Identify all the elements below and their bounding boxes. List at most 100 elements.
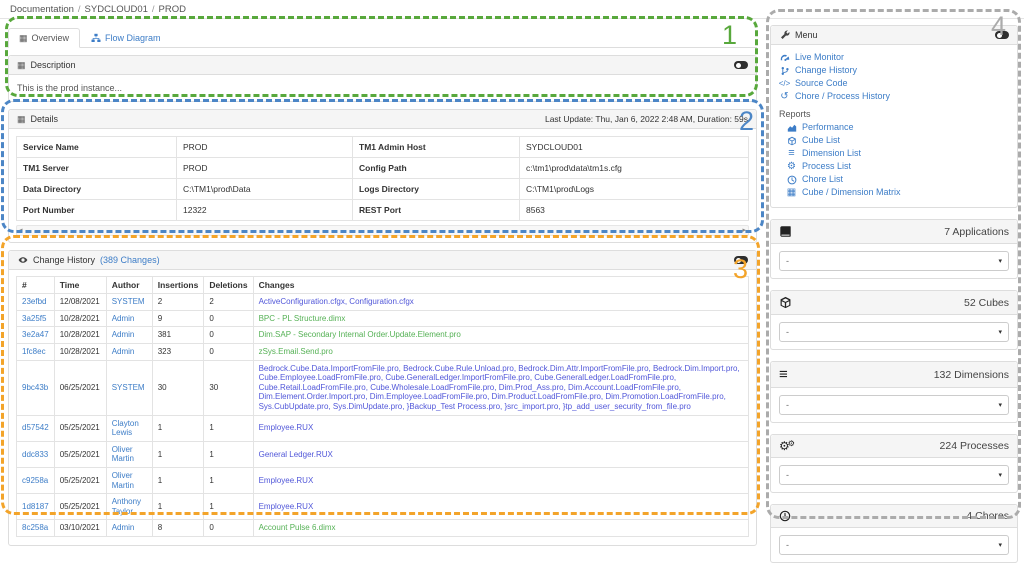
changed-files-link[interactable]: Bedrock.Cube.Data.ImportFromFile.pro, Be…	[259, 364, 740, 411]
caret-down-icon: ▾	[998, 328, 1002, 336]
code-icon: </>	[779, 80, 790, 88]
author-link[interactable]: Admin	[112, 314, 135, 323]
author-link[interactable]: Admin	[112, 523, 135, 532]
breadcrumb-item-server[interactable]: SYDCLOUD01	[85, 4, 148, 15]
processes-select[interactable]: - ▾	[779, 465, 1009, 485]
tab-flow-diagram[interactable]: Flow Diagram	[80, 29, 171, 47]
menu-item-source-code[interactable]: </> Source Code	[779, 77, 1009, 90]
details-body: Service Name PROD TM1 Admin Host SYDCLOU…	[9, 129, 756, 242]
change-history-panel: Change History (389 Changes) # Time Auth…	[8, 250, 757, 546]
deletions-count: 1	[204, 494, 253, 520]
commit-hash-link[interactable]: 1fc8ec	[22, 347, 46, 356]
applications-select[interactable]: - ▾	[779, 251, 1009, 271]
changed-files-link[interactable]: Employee.RUX	[259, 423, 314, 432]
details-last-update: Last Update: Thu, Jan 6, 2022 2:48 AM, D…	[545, 114, 748, 124]
caret-down-icon: ▾	[998, 541, 1002, 549]
description-title: Description	[31, 60, 76, 70]
menu-item-label: Chore / Process History	[795, 90, 890, 103]
processes-card-header: ⚙⚙ 224 Processes	[771, 435, 1017, 458]
changed-files-link[interactable]: zSys.Email.Send.pro	[259, 347, 333, 356]
caret-down-icon: ▾	[998, 471, 1002, 479]
collapse-toggle-icon[interactable]	[734, 256, 748, 264]
main-column: ▦ Overview Flow Diagram ▦ Description Th…	[8, 21, 757, 563]
commit-hash-link[interactable]: 3a25f5	[22, 314, 46, 323]
commit-hash-link[interactable]: 1d8187	[22, 502, 49, 511]
processes-count-label: 224 Processes	[940, 440, 1009, 452]
changed-files-link[interactable]: ActiveConfiguration.cfgx, Configuration.…	[259, 297, 414, 306]
changed-files-link[interactable]: Dim.SAP - Secondary Internal Order.Updat…	[259, 330, 461, 339]
commit-hash-link[interactable]: d57542	[22, 423, 49, 432]
changed-files-link[interactable]: Employee.RUX	[259, 502, 314, 511]
menu-item-cube-dimension-matrix[interactable]: ▦ Cube / Dimension Matrix	[779, 186, 1009, 199]
menu-item-cube-list[interactable]: Cube List	[779, 134, 1009, 147]
collapse-toggle-icon[interactable]	[734, 61, 748, 69]
tab-overview[interactable]: ▦ Overview	[8, 28, 80, 48]
changed-files-link[interactable]: General Ledger.RUX	[259, 450, 333, 459]
change-row: 23efbd 12/08/2021 SYSTEM 2 2 ActiveConfi…	[17, 294, 749, 311]
commit-hash-link[interactable]: 3e2a47	[22, 330, 49, 339]
menu-item-label: Source Code	[795, 77, 848, 90]
changed-files-link[interactable]: Employee.RUX	[259, 476, 314, 485]
gears-icon: ⚙⚙	[779, 440, 795, 452]
scroll-left-icon[interactable]: ◂	[19, 227, 23, 234]
breadcrumb-item-documentation[interactable]: Documentation	[10, 4, 74, 15]
cubes-select[interactable]: - ▾	[779, 322, 1009, 342]
menu-item-chore-process-history[interactable]: ↺ Chore / Process History	[779, 90, 1009, 103]
menu-body: Live Monitor Change History </> Source C…	[771, 45, 1017, 207]
detail-label: Data Directory	[17, 179, 177, 200]
insertions-count: 1	[152, 441, 204, 467]
menu-item-live-monitor[interactable]: Live Monitor	[779, 51, 1009, 64]
change-row: 3a25f5 10/28/2021 Admin 9 0 BPC - PL Str…	[17, 310, 749, 327]
deletions-count: 0	[204, 520, 253, 537]
dimensions-select[interactable]: - ▾	[779, 395, 1009, 415]
menu-item-performance[interactable]: Performance	[779, 121, 1009, 134]
change-row: ddc833 05/25/2021 Oliver Martin 1 1 Gene…	[17, 441, 749, 467]
change-time: 05/25/2021	[54, 441, 106, 467]
author-link[interactable]: SYSTEM	[112, 297, 145, 306]
menu-item-dimension-list[interactable]: ≡ Dimension List	[779, 147, 1009, 160]
author-link[interactable]: Oliver Martin	[112, 445, 134, 464]
matrix-icon: ▦	[786, 188, 797, 198]
menu-item-chore-list[interactable]: Chore List	[779, 173, 1009, 186]
author-link[interactable]: SYSTEM	[112, 383, 145, 392]
menu-item-process-list[interactable]: ⚙ Process List	[779, 160, 1009, 173]
author-link[interactable]: Admin	[112, 330, 135, 339]
commit-hash-link[interactable]: 9bc43b	[22, 383, 48, 392]
col-header-author: Author	[106, 277, 152, 294]
description-body: This is the prod instance...	[9, 75, 756, 101]
applications-card: 7 Applications - ▾	[770, 219, 1018, 279]
chores-select[interactable]: - ▾	[779, 535, 1009, 555]
author-link[interactable]: Clayton Lewis	[112, 419, 139, 438]
table-header-row: # Time Author Insertions Deletions Chang…	[17, 277, 749, 294]
changed-files-link[interactable]: BPC - PL Structure.dimx	[259, 314, 346, 323]
commit-hash-link[interactable]: ddc833	[22, 450, 48, 459]
author-link[interactable]: Anthony Taylor	[112, 497, 141, 516]
scroll-right-icon[interactable]: ▸	[742, 227, 746, 234]
selected-value: -	[786, 327, 789, 337]
change-time: 05/25/2021	[54, 467, 106, 493]
details-table: Service Name PROD TM1 Admin Host SYDCLOU…	[16, 136, 749, 221]
tab-flow-diagram-label: Flow Diagram	[105, 33, 161, 43]
insertions-count: 381	[152, 327, 204, 344]
grid-icon: ▦	[19, 34, 28, 43]
menu-item-label: Cube List	[802, 134, 840, 147]
change-row: 9bc43b 06/25/2021 SYSTEM 30 30 Bedrock.C…	[17, 360, 749, 415]
horizontal-scrollbar[interactable]: ◂ ▸	[16, 225, 749, 236]
history-icon: ↺	[779, 92, 790, 102]
menu-item-change-history[interactable]: Change History	[779, 64, 1009, 77]
changed-files-link[interactable]: Account Pulse 6.dimx	[259, 523, 336, 532]
author-link[interactable]: Oliver Martin	[112, 471, 134, 490]
details-row: TM1 Server PROD Config Path c:\tm1\prod\…	[17, 158, 749, 179]
author-link[interactable]: Admin	[112, 347, 135, 356]
cubes-count-label: 52 Cubes	[964, 297, 1009, 309]
collapse-toggle-icon[interactable]	[995, 31, 1009, 39]
change-count-link[interactable]: (389 Changes)	[100, 255, 160, 265]
commit-hash-link[interactable]: 23efbd	[22, 297, 46, 306]
details-panel: ▦ Details Last Update: Thu, Jan 6, 2022 …	[8, 109, 757, 243]
commit-hash-link[interactable]: 8c258a	[22, 523, 48, 532]
cube-icon	[779, 296, 792, 309]
commit-hash-link[interactable]: c9258a	[22, 476, 48, 485]
dimensions-card-header: ≡ 132 Dimensions	[771, 362, 1017, 388]
selected-value: -	[786, 470, 789, 480]
menu-title: Menu	[795, 30, 818, 40]
